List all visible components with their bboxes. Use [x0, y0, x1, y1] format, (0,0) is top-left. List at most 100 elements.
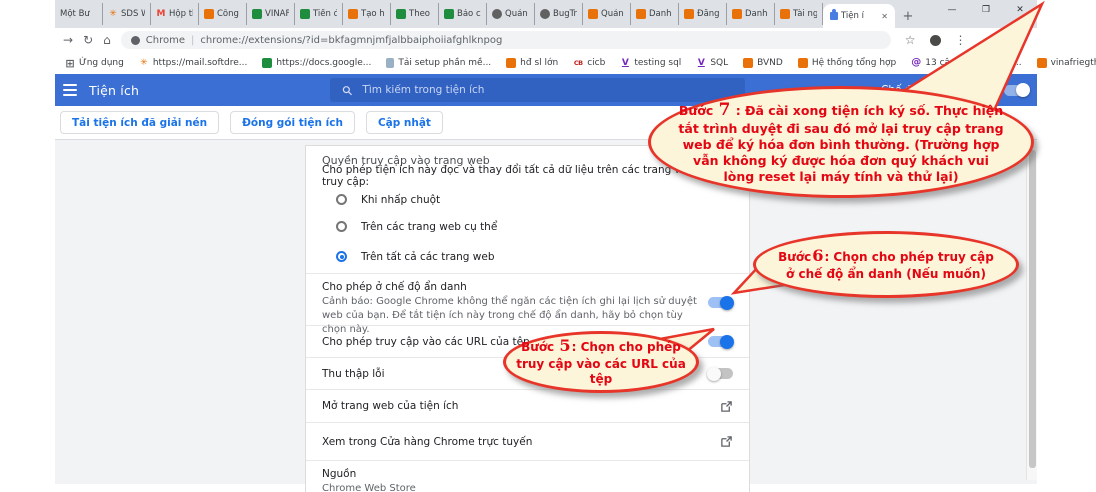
- tab-label: Hộp thư: [169, 9, 193, 19]
- update-button[interactable]: Cập nhật: [366, 111, 443, 134]
- radio-icon[interactable]: [336, 221, 347, 232]
- external-link-icon: [720, 435, 733, 448]
- source-row: Nguồn Chrome Web Store: [306, 461, 749, 492]
- bookmark-favicon-icon: [506, 58, 516, 68]
- bookmark-label: https://mail.softdre...: [153, 58, 247, 68]
- tab-favicon-icon: [444, 9, 454, 19]
- new-tab-button[interactable]: +: [895, 9, 921, 24]
- tab-label: Quản lý: [601, 9, 625, 19]
- tab-favicon-icon: [108, 9, 118, 19]
- radio-selected-icon[interactable]: [336, 251, 347, 262]
- tab-close-icon[interactable]: ✕: [881, 12, 888, 21]
- bookmark-star-icon[interactable]: ☆: [905, 34, 916, 46]
- error-collection-toggle[interactable]: [708, 368, 733, 379]
- bookmark-item[interactable]: testing sql: [620, 58, 681, 68]
- browser-tab[interactable]: Theo d: [391, 3, 439, 25]
- radio-option[interactable]: Khi nhấp chuột: [306, 186, 749, 213]
- incognito-row: Cho phép ở chế độ ẩn danh Cảnh báo: Goog…: [306, 274, 749, 326]
- browser-tab[interactable]: Hộp thư: [151, 3, 199, 25]
- site-label: Chrome: [146, 35, 185, 46]
- tab-favicon-icon: [588, 9, 598, 19]
- radio-label: Trên các trang web cụ thể: [361, 221, 497, 233]
- annotation-step5: Bước 5: Chọn cho phép truy cập vào các U…: [503, 331, 699, 393]
- bookmark-favicon-icon: [139, 58, 149, 68]
- bookmark-item[interactable]: Ứng dụng: [65, 58, 124, 68]
- open-website-row[interactable]: Mở trang web của tiện ích: [306, 390, 749, 423]
- radio-label: Khi nhấp chuột: [361, 194, 440, 206]
- bookmark-item[interactable]: https://docs.google...: [262, 58, 371, 68]
- radio-icon[interactable]: [336, 194, 347, 205]
- browser-tab[interactable]: VINAFR: [247, 3, 295, 25]
- bookmark-label: Ứng dụng: [79, 58, 124, 68]
- tab-favicon-icon: [732, 9, 742, 19]
- reload-icon[interactable]: ↻: [83, 34, 93, 46]
- address-bar-actions: ☆ ⋮: [905, 34, 967, 46]
- load-unpacked-button[interactable]: Tải tiện ích đã giải nén: [60, 111, 219, 134]
- bookmark-item[interactable]: Tải setup phần mề...: [386, 58, 491, 68]
- browser-tab[interactable]: Báo cá: [439, 3, 487, 25]
- source-label: Nguồn: [322, 468, 733, 480]
- home-icon[interactable]: ⌂: [103, 34, 111, 46]
- browser-tab[interactable]: Tạo hó: [343, 3, 391, 25]
- file-urls-label: Cho phép truy cập vào các URL của tệp: [322, 336, 530, 348]
- hamburger-menu-icon[interactable]: [63, 84, 77, 96]
- step5-number: 5: [558, 336, 571, 355]
- bookmark-favicon-icon: [262, 58, 272, 68]
- tab-favicon-icon: [684, 9, 694, 19]
- file-urls-toggle[interactable]: [708, 336, 733, 347]
- scrollbar-thumb[interactable]: [1029, 150, 1036, 468]
- bookmark-item[interactable]: https://mail.softdre...: [139, 58, 247, 68]
- step7-prefix: Bước: [679, 103, 718, 118]
- browser-tab[interactable]: Quản lý: [487, 3, 535, 25]
- browser-tab[interactable]: Tài ngu: [775, 3, 823, 25]
- omnibox[interactable]: Chrome | chrome://extensions/?id=bkfagmn…: [121, 31, 891, 49]
- bookmark-item[interactable]: hđ sl lớn: [506, 58, 558, 68]
- scrollbar[interactable]: ▲: [1026, 140, 1037, 480]
- bookmark-item[interactable]: vinafriegth: [1037, 58, 1096, 68]
- incognito-warning: Cảnh báo: Google Chrome không thể ngăn c…: [322, 295, 704, 337]
- radio-option[interactable]: Trên các trang web cụ thể: [306, 213, 749, 240]
- view-store-row[interactable]: Xem trong Cửa hàng Chrome trực tuyến: [306, 423, 749, 461]
- tab-label: Tiến độ: [313, 9, 337, 19]
- browser-tab[interactable]: Danh s: [631, 3, 679, 25]
- bookmark-favicon-icon: [1037, 58, 1047, 68]
- bookmark-item[interactable]: 13 câu lệnh SQL qu...: [911, 58, 1021, 68]
- bookmark-item[interactable]: SQL: [696, 58, 728, 68]
- bookmark-item[interactable]: cicb: [573, 58, 605, 68]
- annotation-step6: Bước6: Chọn cho phép truy cập ở chế độ ẩ…: [753, 231, 1019, 298]
- tab-label: Tiện í: [841, 11, 864, 21]
- developer-mode-toggle[interactable]: [1004, 85, 1029, 96]
- browser-tab[interactable]: SDS We: [103, 3, 151, 25]
- extension-icon[interactable]: [930, 35, 941, 46]
- incognito-toggle[interactable]: [708, 297, 733, 308]
- bookmark-label: SQL: [710, 58, 728, 68]
- bookmark-favicon-icon: [620, 58, 630, 68]
- search-input[interactable]: [362, 84, 733, 96]
- view-store-label: Xem trong Cửa hàng Chrome trực tuyến: [322, 436, 532, 448]
- browser-tab[interactable]: Một Bư: [55, 3, 103, 25]
- bookmark-label: https://docs.google...: [276, 58, 371, 68]
- bookmark-item[interactable]: BVND: [743, 58, 783, 68]
- tab-label: Theo d: [409, 9, 433, 19]
- browser-tab-active[interactable]: Tiện í ✕: [823, 4, 895, 28]
- radio-option-selected[interactable]: Trên tất cả các trang web: [306, 240, 749, 274]
- browser-tab[interactable]: Quản lý: [583, 3, 631, 25]
- bookmark-item[interactable]: Hệ thống tổng hợp: [798, 58, 896, 68]
- tab-label: Danh s: [745, 9, 769, 19]
- pack-extension-button[interactable]: Đóng gói tiện ích: [230, 111, 355, 134]
- browser-tab[interactable]: Đăng n: [679, 3, 727, 25]
- close-button[interactable]: ✕: [1003, 0, 1037, 20]
- browser-tab[interactable]: Tiến độ: [295, 3, 343, 25]
- bookmark-label: Hệ thống tổng hợp: [812, 58, 896, 68]
- bookmark-favicon-icon: [696, 58, 706, 68]
- browser-tab[interactable]: Công ty: [199, 3, 247, 25]
- restore-button[interactable]: ❐: [969, 0, 1003, 20]
- tab-label: Quản lý: [505, 9, 529, 19]
- browser-tab[interactable]: Danh s: [727, 3, 775, 25]
- site-info-icon[interactable]: [131, 36, 140, 45]
- browser-tab[interactable]: BugTra: [535, 3, 583, 25]
- menu-icon[interactable]: ⋮: [955, 34, 967, 46]
- window-controls: — ❐ ✕: [935, 0, 1037, 28]
- forward-icon[interactable]: →: [63, 34, 73, 46]
- minimize-button[interactable]: —: [935, 0, 969, 20]
